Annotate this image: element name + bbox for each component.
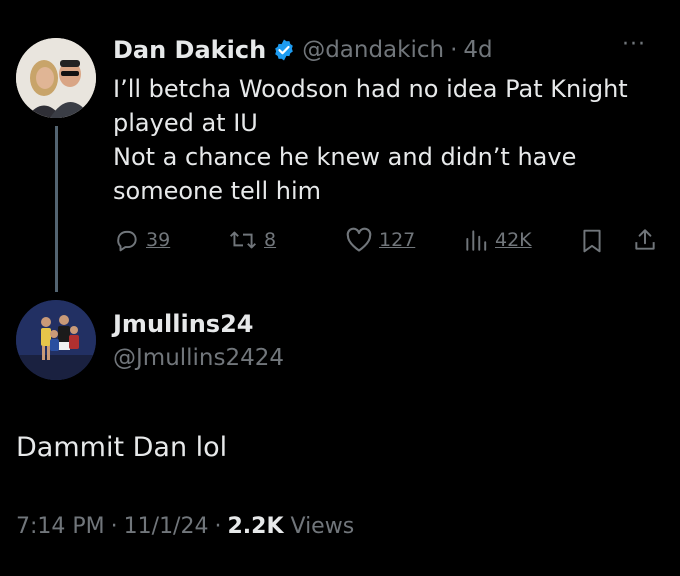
repost-icon (229, 231, 257, 249)
share-icon (635, 229, 655, 250)
reply-button[interactable]: 39 (114, 227, 170, 253)
meta-separator: · (110, 514, 118, 539)
reply-icon (117, 230, 137, 252)
like-button[interactable]: 127 (345, 227, 415, 253)
parent-time-ago[interactable]: 4d (463, 37, 492, 63)
avatar-photo (16, 300, 96, 380)
parent-tweet-text: I’ll betcha Woodson had no idea Pat Knig… (113, 72, 628, 208)
views-stat[interactable]: 2.2K Views (227, 514, 354, 539)
views-stat-label: Views (290, 514, 355, 539)
parent-avatar[interactable] (16, 38, 96, 118)
repost-count: 8 (264, 229, 277, 251)
meta-separator: · (214, 514, 222, 539)
tweet-text-line: played at IU (113, 109, 258, 137)
bar-chart-icon (466, 230, 487, 251)
reply-handle[interactable]: @Jmullins2424 (113, 345, 284, 371)
bookmark-icon (583, 229, 601, 253)
repost-button[interactable]: 8 (228, 227, 276, 253)
more-options-button[interactable]: ··· (622, 32, 646, 57)
views-count: 42K (495, 229, 532, 251)
tweet-time[interactable]: 7:14 PM (16, 514, 105, 539)
tweet-text-line: Not a chance he knew and didn’t have (113, 143, 577, 171)
tweet-text-line: I’ll betcha Woodson had no idea Pat Knig… (113, 75, 628, 103)
like-count: 127 (379, 229, 416, 251)
header-separator: · (450, 37, 458, 63)
tweet-text-line: someone tell him (113, 177, 322, 205)
avatar-photo (16, 38, 96, 118)
parent-tweet-header: Dan Dakich @dandakich · 4d (113, 34, 493, 66)
views-button[interactable]: 42K (463, 227, 532, 253)
reply-display-name[interactable]: Jmullins24 (113, 310, 253, 338)
bookmark-button[interactable] (580, 228, 604, 258)
verified-badge-icon (272, 38, 296, 62)
parent-display-name[interactable]: Dan Dakich (113, 36, 266, 64)
heart-icon (346, 227, 372, 252)
reply-count: 39 (146, 229, 171, 251)
share-button[interactable] (632, 227, 658, 257)
thread-connector-line (55, 126, 58, 292)
views-stat-count: 2.2K (227, 514, 284, 539)
parent-handle[interactable]: @dandakich (302, 37, 444, 63)
tweet-date[interactable]: 11/1/24 (124, 514, 209, 539)
reply-tweet-meta: 7:14 PM · 11/1/24 · 2.2K Views (16, 514, 354, 539)
reply-avatar[interactable] (16, 300, 96, 380)
reply-tweet-text: Dammit Dan lol (16, 432, 228, 463)
